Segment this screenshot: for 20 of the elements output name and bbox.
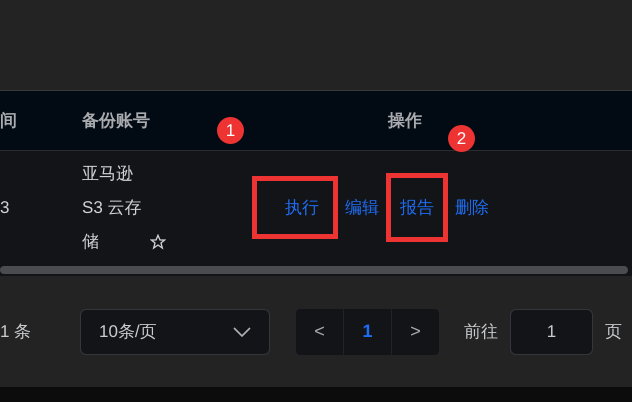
star-icon[interactable]: [150, 234, 166, 250]
previous-page-button[interactable]: <: [296, 308, 343, 354]
chevron-down-icon: [233, 326, 251, 336]
action-link[interactable]: 报告: [386, 172, 448, 242]
column-header: 间: [0, 110, 17, 132]
scrollbar[interactable]: [0, 266, 628, 274]
action-link[interactable]: 编辑: [341, 194, 383, 220]
column-header: 备份账号: [82, 110, 150, 132]
action-link[interactable]: 执行: [252, 176, 338, 240]
total-count: 1 条: [0, 320, 32, 343]
action-link[interactable]: 删除: [451, 194, 493, 220]
page-button[interactable]: 1: [344, 308, 391, 354]
goto-label: 前往: [464, 320, 498, 343]
page-input[interactable]: 1: [510, 308, 593, 354]
next-page-button[interactable]: >: [392, 308, 439, 354]
page-size-select[interactable]: 10条/页: [80, 308, 270, 354]
table-cell-text: 亚马逊 S3 云存储: [82, 162, 143, 252]
page-suffix: 页: [605, 320, 622, 343]
column-header: 操作: [388, 110, 422, 132]
table-cell-text: 3: [0, 196, 10, 219]
